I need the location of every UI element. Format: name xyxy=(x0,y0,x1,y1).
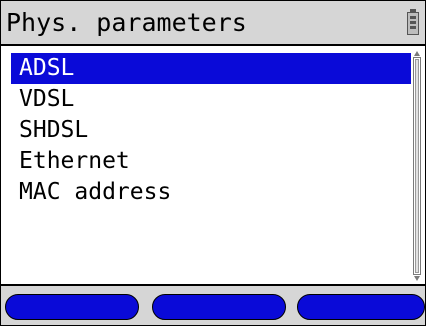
scroll-up-arrow-icon xyxy=(414,51,420,56)
page-title: Phys. parameters xyxy=(6,8,247,37)
device-screen: Phys. parameters ADSL VDSL SHDSL Etherne… xyxy=(0,0,426,326)
softkey-right-button[interactable] xyxy=(297,294,425,320)
menu-item-adsl[interactable]: ADSL xyxy=(11,53,411,84)
battery-level-bar xyxy=(410,26,416,29)
title-bar: Phys. parameters xyxy=(1,1,425,46)
menu-scrollbar[interactable] xyxy=(413,51,421,281)
softkey-left-button[interactable] xyxy=(5,294,139,320)
scrollbar-thumb[interactable] xyxy=(415,59,419,273)
parameter-menu: ADSL VDSL SHDSL Ethernet MAC address xyxy=(11,53,411,208)
scroll-down-arrow-icon xyxy=(414,276,420,281)
softkey-bar xyxy=(1,284,425,325)
menu-item-mac-address[interactable]: MAC address xyxy=(11,177,411,208)
battery-icon xyxy=(407,9,419,35)
menu-item-vdsl[interactable]: VDSL xyxy=(11,84,411,115)
battery-level-bar xyxy=(410,16,416,19)
menu-item-ethernet[interactable]: Ethernet xyxy=(11,146,411,177)
menu-item-shdsl[interactable]: SHDSL xyxy=(11,115,411,146)
battery-body xyxy=(407,12,419,35)
battery-level-bar xyxy=(410,21,416,24)
softkey-middle-button[interactable] xyxy=(152,294,286,320)
